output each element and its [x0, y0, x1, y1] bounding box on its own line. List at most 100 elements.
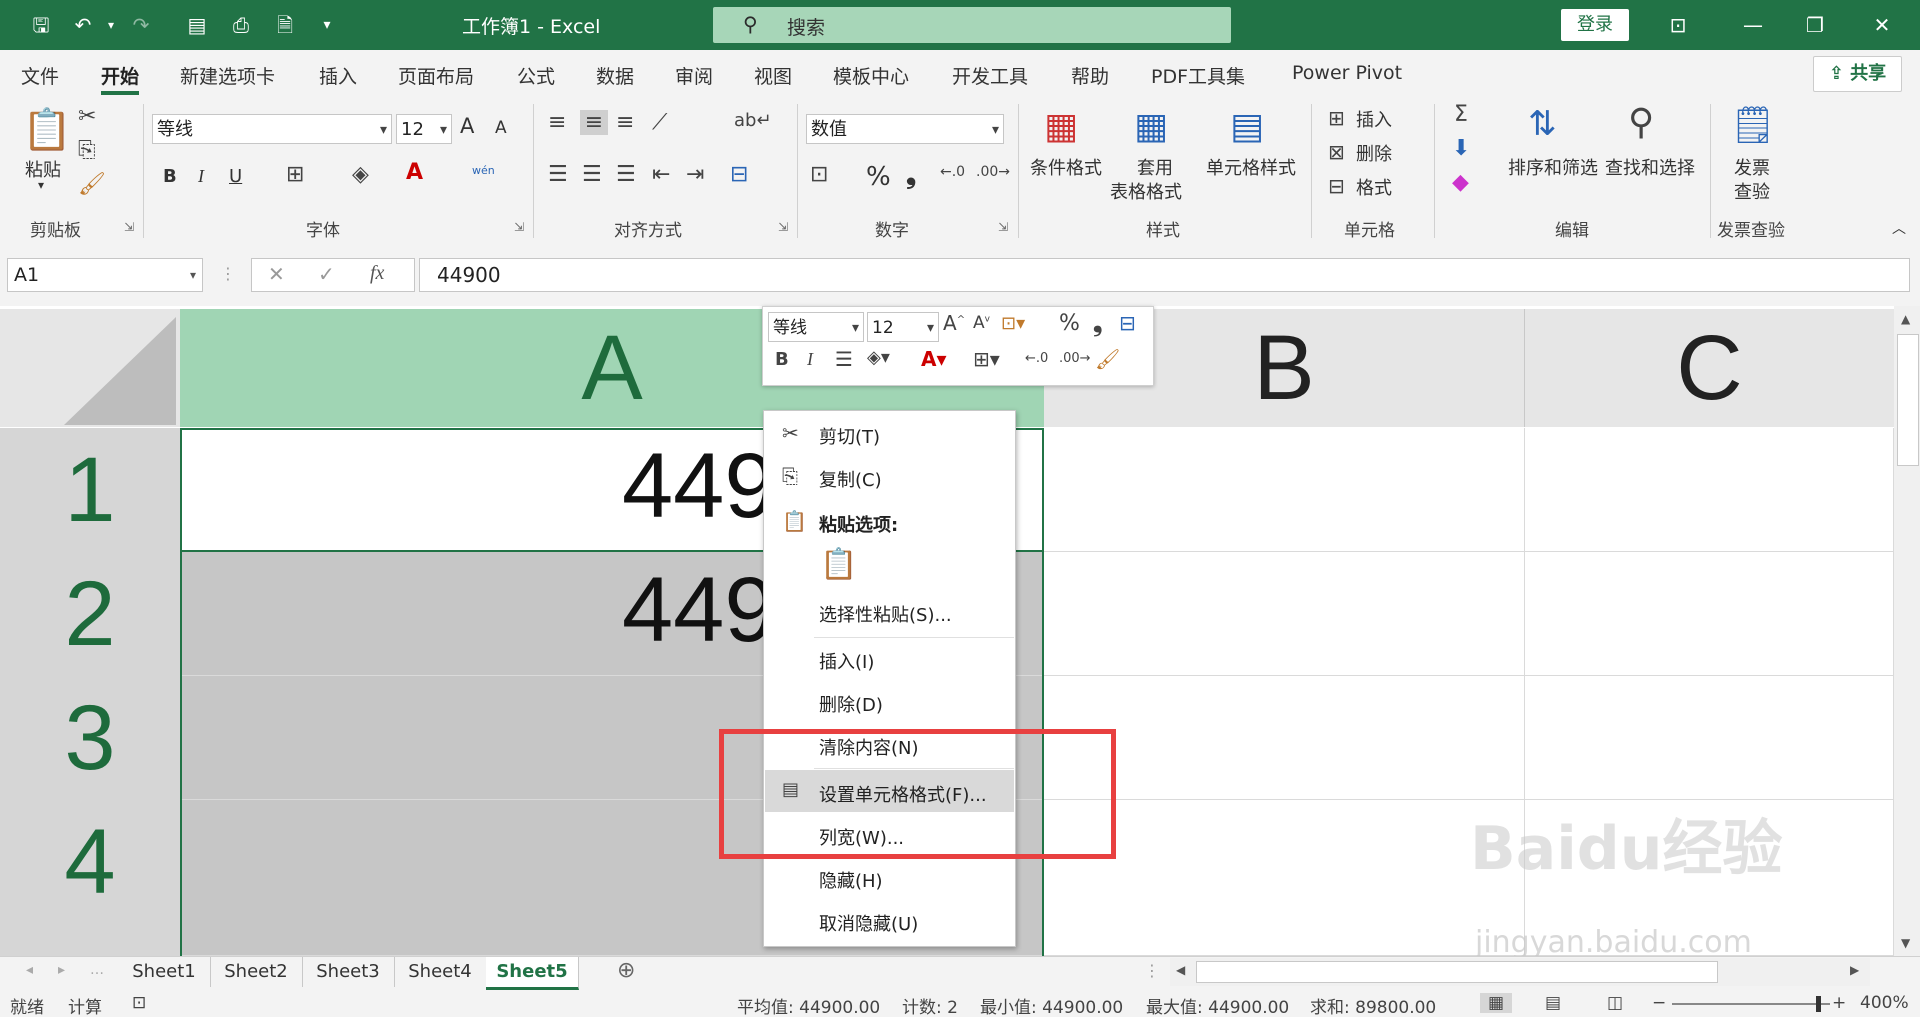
tab-insert[interactable]: 插入 — [319, 62, 357, 89]
insert-cells-icon[interactable]: ⊞ — [1328, 106, 1345, 130]
redo-icon[interactable]: ↷ — [128, 12, 154, 38]
restore-icon[interactable]: ❐ — [1795, 10, 1835, 40]
row-header-1[interactable]: 1 — [0, 428, 180, 553]
sheet-tab-5[interactable]: Sheet5 — [486, 957, 579, 990]
cell-b3[interactable] — [1044, 676, 1525, 800]
row-header-3[interactable]: 3 — [0, 676, 180, 801]
mini-fill-color-icon[interactable]: ◈▾ — [867, 347, 890, 368]
invoice-label-1[interactable]: 发票 — [1734, 154, 1770, 180]
grow-font-button[interactable]: A — [460, 114, 474, 138]
macro-record-icon[interactable]: ⊡ — [132, 993, 146, 1013]
row-header-4[interactable]: 4 — [0, 800, 180, 956]
horizontal-scroll-thumb[interactable] — [1196, 961, 1718, 983]
menu-item-paste-special[interactable]: 选择性粘贴(S)... — [819, 601, 952, 627]
merge-center-icon[interactable]: ⊟ — [730, 162, 748, 187]
copy-icon[interactable]: ⎘ — [78, 138, 96, 163]
cell-styles-icon[interactable]: ▤ — [1230, 106, 1264, 147]
undo-dropdown-icon[interactable]: ▾ — [98, 12, 124, 38]
cell-styles-label[interactable]: 单元格样式 — [1206, 154, 1296, 180]
italic-button[interactable]: I — [198, 166, 204, 187]
decrease-indent-icon[interactable]: ⇤ — [652, 162, 670, 187]
scroll-down-icon[interactable]: ▼ — [1901, 936, 1910, 950]
find-select-label[interactable]: 查找和选择 — [1605, 154, 1695, 180]
number-launcher-icon[interactable]: ⇲ — [998, 220, 1008, 234]
zoom-out-icon[interactable]: − — [1652, 993, 1666, 1013]
more-sheets-icon[interactable]: … — [90, 962, 104, 978]
mini-percent-icon[interactable]: % — [1059, 311, 1080, 336]
shrink-font-button[interactable]: A — [495, 118, 507, 138]
align-left-icon[interactable]: ☰ — [548, 162, 568, 187]
mini-font-combo[interactable]: 等线 ▾ — [768, 312, 864, 342]
cell-b1[interactable] — [1044, 428, 1525, 552]
horizontal-scrollbar[interactable]: ◀ ▶ — [1170, 958, 1870, 986]
name-box[interactable]: A1 ▾ — [7, 258, 203, 292]
tab-template[interactable]: 模板中心 — [833, 62, 909, 89]
font-launcher-icon[interactable]: ⇲ — [514, 220, 524, 234]
mini-font-color-icon[interactable]: A▾ — [921, 347, 947, 371]
mini-format-painter-icon[interactable]: 🖌 — [1095, 347, 1120, 371]
insert-cells-label[interactable]: 插入 — [1356, 106, 1392, 132]
mini-align-center-icon[interactable]: ☰ — [835, 347, 853, 371]
tab-page-layout[interactable]: 页面布局 — [398, 62, 474, 89]
accounting-format-icon[interactable]: ⊡ — [810, 162, 828, 187]
sheet-tab-1[interactable]: Sheet1 — [118, 957, 211, 987]
sheet-tab-3[interactable]: Sheet3 — [302, 957, 395, 987]
sheet-tab-4[interactable]: Sheet4 — [394, 957, 487, 987]
increase-indent-icon[interactable]: ⇥ — [686, 162, 704, 187]
orientation-icon[interactable]: ⟋ — [652, 110, 667, 135]
conditional-format-icon[interactable]: ▦ — [1044, 106, 1078, 147]
cancel-icon[interactable]: ✕ — [268, 262, 285, 286]
invoice-label-2[interactable]: 查验 — [1734, 178, 1770, 204]
tab-help[interactable]: 帮助 — [1071, 62, 1109, 89]
cell-c2[interactable] — [1525, 552, 1894, 676]
page-break-view-icon[interactable]: ◫ — [1607, 993, 1623, 1013]
font-color-icon[interactable]: A — [406, 160, 423, 185]
paste-keep-text-icon[interactable]: 📋 — [820, 547, 857, 582]
tab-data[interactable]: 数据 — [596, 62, 634, 89]
customize-toolbar-icon[interactable]: ▾ — [314, 12, 340, 38]
conditional-format-label[interactable]: 条件格式 — [1030, 154, 1102, 180]
tab-file[interactable]: 文件 — [21, 62, 59, 89]
mini-bold-icon[interactable]: B — [775, 349, 789, 370]
align-right-icon[interactable]: ☰ — [616, 162, 636, 187]
mini-accounting-icon[interactable]: ⊡▾ — [1001, 313, 1025, 334]
next-sheet-icon[interactable]: ▸ — [58, 962, 65, 978]
format-as-table-label-1[interactable]: 套用 — [1137, 154, 1173, 180]
zoom-level[interactable]: 400% — [1860, 993, 1909, 1013]
delete-cells-label[interactable]: 删除 — [1356, 140, 1392, 166]
format-painter-icon[interactable]: 🖌 — [78, 172, 106, 197]
borders-icon[interactable]: ⊞ — [286, 162, 304, 187]
mini-shrink-font-icon[interactable]: Av — [973, 313, 990, 333]
format-cells-label[interactable]: 格式 — [1356, 174, 1392, 200]
tab-developer[interactable]: 开发工具 — [952, 62, 1028, 89]
share-button[interactable]: ⇪ 共享 — [1813, 56, 1902, 92]
column-header-c[interactable]: C — [1525, 309, 1894, 427]
number-format-combo[interactable]: 数值 ▾ — [806, 114, 1004, 144]
tab-review[interactable]: 审阅 — [675, 62, 713, 89]
comma-button[interactable]: ❟ — [906, 160, 916, 191]
scroll-left-icon[interactable]: ◀ — [1176, 963, 1185, 977]
format-as-table-label-2[interactable]: 表格格式 — [1110, 178, 1182, 204]
tab-pdf[interactable]: PDF工具集 — [1151, 62, 1245, 89]
normal-view-icon[interactable]: ▦ — [1480, 993, 1513, 1013]
scroll-thumb[interactable] — [1897, 334, 1919, 466]
print-preview-icon[interactable]: ⎙ — [228, 12, 254, 38]
mini-merge-icon[interactable]: ⊟ — [1119, 311, 1136, 335]
increase-decimal-icon[interactable]: ←.0 — [940, 164, 965, 180]
wrap-text-icon[interactable]: ab↵ — [734, 110, 772, 131]
format-as-table-icon[interactable]: ▦ — [1134, 106, 1168, 147]
page-layout-view-icon[interactable]: ▤ — [1545, 993, 1561, 1013]
mini-increase-decimal-icon[interactable]: ←.0 — [1025, 351, 1048, 366]
formula-input[interactable]: 44900 — [419, 258, 1910, 292]
align-top-icon[interactable]: ≡ — [548, 110, 566, 135]
cut-icon[interactable]: ✂ — [78, 104, 96, 129]
percent-button[interactable]: % — [866, 162, 891, 192]
cell-b4[interactable] — [1044, 800, 1525, 956]
menu-item-copy[interactable]: 复制(C) — [819, 466, 882, 492]
paste-dropdown-icon[interactable]: ▾ — [38, 178, 44, 192]
align-center-icon[interactable]: ☰ — [582, 162, 602, 187]
collapse-ribbon-icon[interactable]: ︿ — [1892, 218, 1906, 238]
scroll-up-icon[interactable]: ▲ — [1901, 312, 1910, 326]
find-select-icon[interactable]: ⚲ — [1628, 102, 1654, 143]
invoice-check-icon[interactable]: 🗒 — [1730, 104, 1776, 146]
